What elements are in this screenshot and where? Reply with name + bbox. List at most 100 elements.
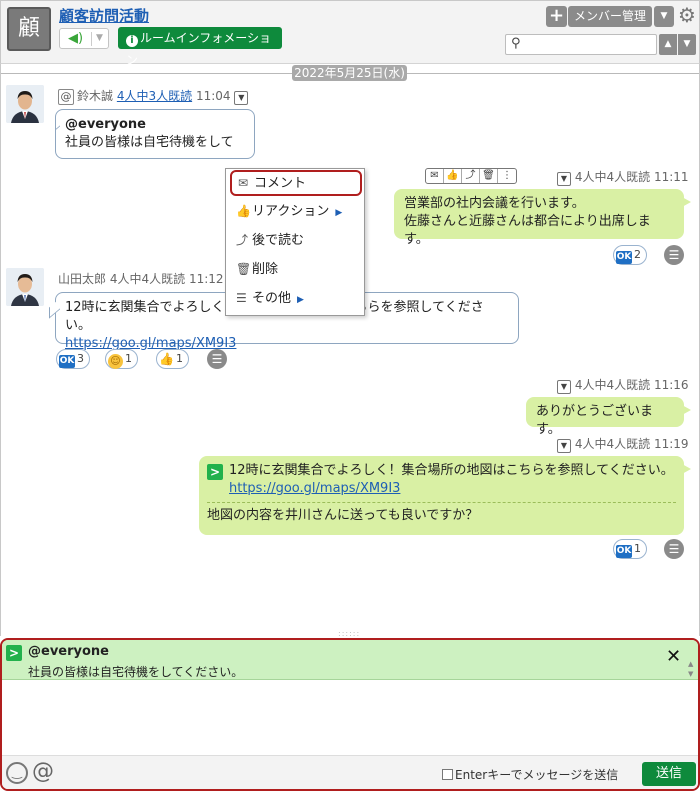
search-icon: ⚲ xyxy=(511,36,521,51)
sender-name[interactable]: 鈴木誠 xyxy=(77,89,113,103)
mention-icon: @ xyxy=(58,89,74,105)
message-bubble[interactable]: > 12時に玄関集合でよろしく！集合場所の地図はこちらを参照してください。 ht… xyxy=(199,456,691,535)
notification-sound-toggle[interactable]: ◀) ▼ xyxy=(59,28,109,49)
search-next-button[interactable]: ▼ xyxy=(678,34,696,55)
read-status[interactable]: 4人中4人既読 xyxy=(575,378,650,392)
ok-icon: OK xyxy=(616,545,632,558)
read-status[interactable]: 4人中4人既読 xyxy=(110,272,185,286)
divider xyxy=(91,32,92,46)
message-meta: 山田太郎 4人中4人既読 11:12 ▼ xyxy=(58,270,242,288)
message-mention: @everyone xyxy=(65,117,146,132)
message-menu-caret[interactable]: ▼ xyxy=(234,91,249,105)
add-member-icon[interactable]: + xyxy=(546,6,567,27)
message-bubble[interactable]: @everyone 社員の皆様は自宅待機をして xyxy=(55,109,255,159)
room-info-button[interactable]: i ルームインフォメーション xyxy=(118,27,282,67)
reply-quote-bar: > @everyone 社員の皆様は自宅待機をしてください。 ✕ ▲ ▼ xyxy=(2,640,698,680)
menu-item-comment[interactable]: ✉ コメント xyxy=(230,170,362,196)
gear-icon[interactable]: ⚙ xyxy=(677,4,697,26)
read-status[interactable]: 4人中4人既読 xyxy=(575,170,650,184)
search-input[interactable]: ⚲ xyxy=(505,34,657,55)
member-management-button[interactable]: メンバー管理 xyxy=(568,6,652,27)
reaction-count: 1 xyxy=(176,352,183,365)
composer-toolbar: ‿ @ Enterキーでメッセージを送信 送信 xyxy=(2,755,698,789)
message-meta: ▼ 4人中4人既読 11:16 xyxy=(557,376,689,394)
member-dropdown-button[interactable]: ▼ xyxy=(654,6,674,27)
sender-name[interactable]: 山田太郎 xyxy=(58,272,106,286)
message-menu-caret[interactable]: ▼ xyxy=(557,439,571,453)
list-icon: ☰ xyxy=(236,291,247,305)
resize-handle[interactable]: :::::: xyxy=(338,630,362,638)
mention-at-icon[interactable]: @ xyxy=(32,759,54,785)
message-menu-caret[interactable]: ▼ xyxy=(557,380,571,394)
trash-icon[interactable]: 🗑 xyxy=(480,169,498,183)
reaction-count: 1 xyxy=(634,542,641,555)
chevron-right-icon: ▶ xyxy=(297,295,304,305)
message-bubble[interactable]: 営業部の社内会議を行います。 佐藤さんと近藤さんは都合により出席します。 xyxy=(394,189,691,247)
message-time: 11:11 xyxy=(653,170,689,184)
quoted-message[interactable]: > 12時に玄関集合でよろしく！集合場所の地図はこちらを参照してください。 ht… xyxy=(207,462,676,498)
reaction-menu-button[interactable]: ☰ xyxy=(207,349,227,369)
message-menu-caret[interactable]: ▼ xyxy=(557,172,571,186)
reaction-ok[interactable]: OK 2 xyxy=(613,245,647,265)
avatar-yamada[interactable] xyxy=(6,268,44,306)
chevron-right-icon: ▶ xyxy=(335,208,343,218)
quote-icon: > xyxy=(207,464,223,480)
message-meta: ▼ 4人中4人既読 11:19 xyxy=(557,435,689,453)
message-input[interactable] xyxy=(2,680,698,755)
message-line: 佐藤さんと近藤さんは都合により出席します。 xyxy=(404,214,651,247)
menu-item-label: コメント xyxy=(254,176,307,191)
read-later-icon: ⤴ xyxy=(236,233,249,247)
chevron-down-icon: ▼ xyxy=(96,33,103,43)
ok-icon: OK xyxy=(616,251,632,264)
reaction-menu-button[interactable]: ☰ xyxy=(664,539,684,559)
enter-to-send-label: Enterキーでメッセージを送信 xyxy=(455,768,619,782)
quote-text: 12時に玄関集合でよろしく！集合場所の地図はこちらを参照してください。 xyxy=(229,463,674,478)
message-action-bar: ✉ 👍 ⤴ 🗑 ⋮ xyxy=(425,168,517,184)
reaction-ok[interactable]: OK 1 xyxy=(613,539,647,559)
scroll-up-icon[interactable]: ▲ xyxy=(688,660,693,668)
date-separator: 2022年5月25日(水) xyxy=(292,65,407,81)
room-avatar[interactable]: 顧 xyxy=(7,7,51,51)
message-bubble[interactable]: ありがとうございます。 xyxy=(526,397,691,437)
reaction-ok[interactable]: OK 3 xyxy=(56,349,90,369)
enter-to-send-checkbox[interactable]: Enterキーでメッセージを送信 xyxy=(442,766,618,783)
comment-icon[interactable]: ✉ xyxy=(426,169,444,183)
message-meta: @ 鈴木誠 4人中3人既読 11:04 ▼ xyxy=(58,87,249,105)
menu-item-label: 削除 xyxy=(252,262,279,277)
menu-item-read-later[interactable]: ⤴ 後で読む xyxy=(230,227,362,253)
message-body: 社員の皆様は自宅待機をして xyxy=(65,135,234,150)
room-title[interactable]: 顧客訪問活動 xyxy=(59,5,149,26)
read-status[interactable]: 4人中4人既読 xyxy=(575,437,650,451)
message-meta: ▼ 4人中4人既読 11:11 xyxy=(557,168,689,186)
quote-icon: > xyxy=(6,645,22,661)
menu-item-label: 後で読む xyxy=(252,233,305,248)
room-header: 顧 顧客訪問活動 ◀) ▼ i ルームインフォメーション + メンバー管理 ▼ ⚙… xyxy=(0,0,700,67)
quote-link[interactable]: https://goo.gl/maps/XM9I3 xyxy=(229,480,676,498)
chat-timeline[interactable]: 2022年5月25日(水) @ 鈴木誠 4人中3人既読 11:04 ▼ @ever… xyxy=(0,64,700,636)
reaction-smile[interactable]: ☺ 1 xyxy=(105,349,138,369)
menu-item-reaction[interactable]: 👍リアクション ▶ xyxy=(230,198,362,224)
scroll-down-icon[interactable]: ▼ xyxy=(688,670,693,678)
message-body: ありがとうございます。 xyxy=(536,404,654,437)
close-icon[interactable]: ✕ xyxy=(666,646,681,667)
more-icon[interactable]: ⋮ xyxy=(498,169,516,183)
reaction-thumbs-up[interactable]: 👍 1 xyxy=(156,349,189,369)
send-button[interactable]: 送信 xyxy=(642,762,696,786)
menu-item-more[interactable]: ☰ その他 ▶ xyxy=(230,285,362,311)
read-later-icon[interactable]: ⤴ xyxy=(462,169,480,183)
reaction-menu-button[interactable]: ☰ xyxy=(664,245,684,265)
menu-item-delete[interactable]: 🗑削除 xyxy=(230,256,362,282)
emoji-icon[interactable]: ‿ xyxy=(6,762,28,784)
reaction-icon[interactable]: 👍 xyxy=(444,169,462,183)
read-status-link[interactable]: 4人中3人既読 xyxy=(117,89,192,103)
ok-icon: OK xyxy=(59,355,75,368)
menu-item-label: その他 xyxy=(252,291,292,306)
reaction-count: 1 xyxy=(125,352,132,365)
search-prev-button[interactable]: ▲ xyxy=(659,34,677,55)
checkbox[interactable] xyxy=(442,769,453,780)
menu-item-label: リアクション xyxy=(252,204,330,219)
thumbs-up-icon: 👍 xyxy=(159,352,174,366)
reply-mention: @everyone xyxy=(28,644,109,659)
avatar-suzuki[interactable] xyxy=(6,85,44,123)
message-time: 11:16 xyxy=(653,378,689,392)
